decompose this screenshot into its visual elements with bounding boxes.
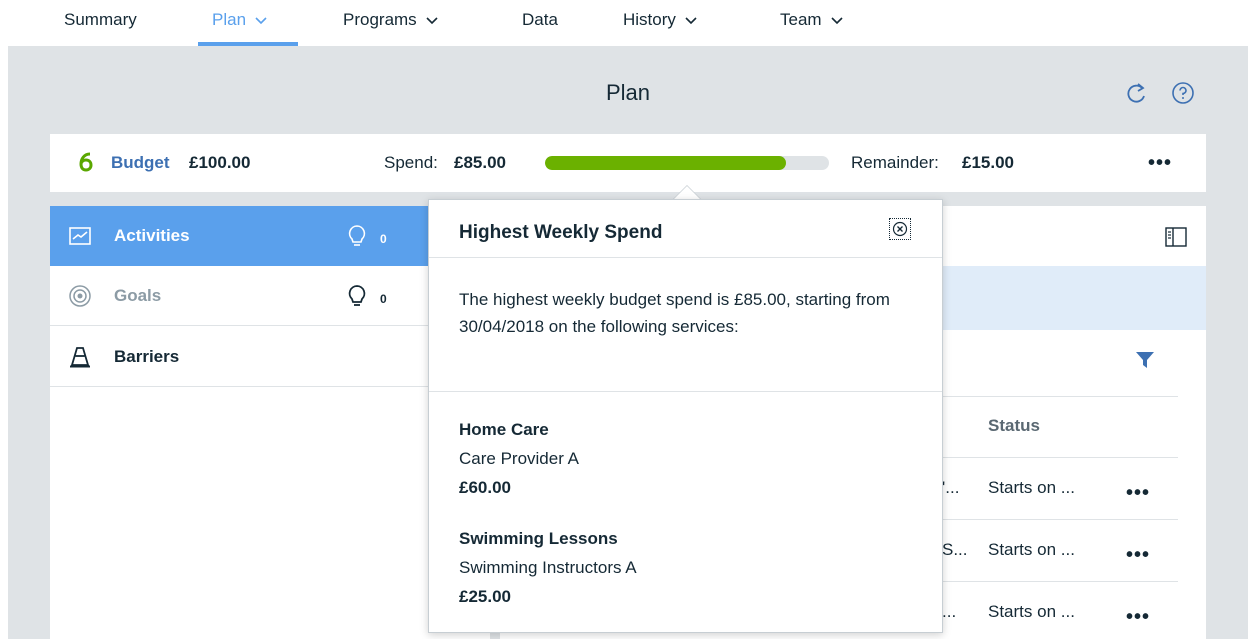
status-column-header: Status — [988, 416, 1040, 435]
popover-body: The highest weekly budget spend is £85.0… — [459, 290, 890, 336]
row-more-button[interactable]: ••• — [1126, 607, 1150, 627]
service-provider: Care Provider A — [459, 449, 579, 468]
row-truncated-cell: '... — [942, 478, 960, 497]
activities-count: 0 — [380, 232, 387, 246]
service-item: Swimming Lessons Swimming Instructors A … — [459, 524, 637, 611]
chevron-down-icon — [831, 17, 843, 25]
row-truncated-cell: ... — [942, 602, 957, 621]
service-provider: Swimming Instructors A — [459, 558, 637, 577]
tab-programs[interactable]: Programs — [343, 10, 439, 30]
sidebar-item-label: Goals — [114, 285, 162, 305]
tab-team-label: Team — [780, 10, 822, 29]
tab-programs-label: Programs — [343, 10, 417, 29]
service-item: Home Care Care Provider A £60.00 — [459, 415, 579, 502]
popover-divider — [429, 391, 942, 392]
spend-progress-fill — [545, 156, 787, 170]
popover-divider — [429, 257, 942, 258]
panel-toggle-icon[interactable] — [1164, 226, 1188, 248]
budget-link[interactable]: Budget — [111, 153, 170, 173]
tab-plan[interactable]: Plan — [212, 10, 268, 30]
lightbulb-icon — [348, 285, 366, 306]
tab-team[interactable]: Team — [780, 10, 844, 30]
spend-value: £85.00 — [454, 153, 506, 172]
row-more-button[interactable]: ••• — [1126, 483, 1150, 503]
filter-icon[interactable] — [1134, 349, 1156, 371]
chevron-down-icon — [685, 17, 697, 25]
tab-history-label: History — [623, 10, 676, 29]
highest-weekly-spend-popover: Highest Weekly Spend The highest weekly … — [428, 199, 943, 633]
goals-count: 0 — [380, 292, 387, 306]
page-title: Plan — [605, 80, 651, 105]
service-amount: £60.00 — [459, 478, 511, 497]
sidebar-item-goals[interactable]: Goals 0 — [50, 266, 490, 326]
activities-chart-icon — [69, 227, 91, 245]
service-amount: £25.00 — [459, 587, 511, 606]
row-more-button[interactable]: ••• — [1126, 545, 1150, 565]
popover-title: Highest Weekly Spend — [459, 222, 663, 243]
traffic-cone-icon — [70, 347, 90, 368]
spend-progress-bar[interactable] — [545, 156, 829, 170]
tab-data-label: Data — [522, 10, 558, 29]
chevron-down-icon — [426, 17, 438, 25]
tab-summary-label: Summary — [64, 10, 137, 29]
sidebar-item-activities[interactable]: Activities 0 — [50, 206, 490, 266]
popover-arrow — [673, 186, 701, 200]
tab-plan-label: Plan — [212, 10, 247, 29]
budget-bar: Budget £100.00 Spend: £85.00 Remainder: … — [50, 134, 1206, 192]
lightbulb-icon — [348, 225, 366, 246]
sidebar-item-label: Activities — [114, 226, 190, 245]
budget-amount: £100.00 — [189, 153, 251, 172]
tab-data[interactable]: Data — [522, 10, 558, 30]
service-name: Home Care — [459, 420, 549, 439]
spend-label: Spend: — [384, 153, 438, 172]
plan-sidebar: Activities 0 Goals 0 Barriers — [50, 206, 490, 639]
row-status: Starts on ... — [988, 540, 1075, 559]
help-icon[interactable] — [1170, 80, 1196, 106]
refresh-icon[interactable] — [1124, 80, 1150, 106]
service-name: Swimming Lessons — [459, 529, 618, 548]
target-icon — [69, 285, 91, 307]
chevron-down-icon — [255, 17, 267, 25]
remainder-value: £15.00 — [962, 153, 1014, 172]
remainder-label: Remainder: — [851, 153, 939, 172]
row-status: Starts on ... — [988, 478, 1075, 497]
tab-history[interactable]: History — [623, 10, 698, 30]
sidebar-item-label: Barriers — [114, 346, 180, 366]
popover-close-button[interactable] — [889, 218, 911, 240]
row-truncated-cell: S... — [942, 540, 968, 559]
budget-six-icon — [79, 152, 93, 172]
budget-more-button[interactable]: ••• — [1148, 153, 1172, 173]
top-navigation: Summary Plan Programs Data History Team — [0, 0, 1248, 46]
sidebar-item-barriers[interactable]: Barriers — [50, 327, 490, 387]
row-status: Starts on ... — [988, 602, 1075, 621]
close-icon — [892, 221, 908, 237]
tab-summary[interactable]: Summary — [64, 10, 137, 30]
